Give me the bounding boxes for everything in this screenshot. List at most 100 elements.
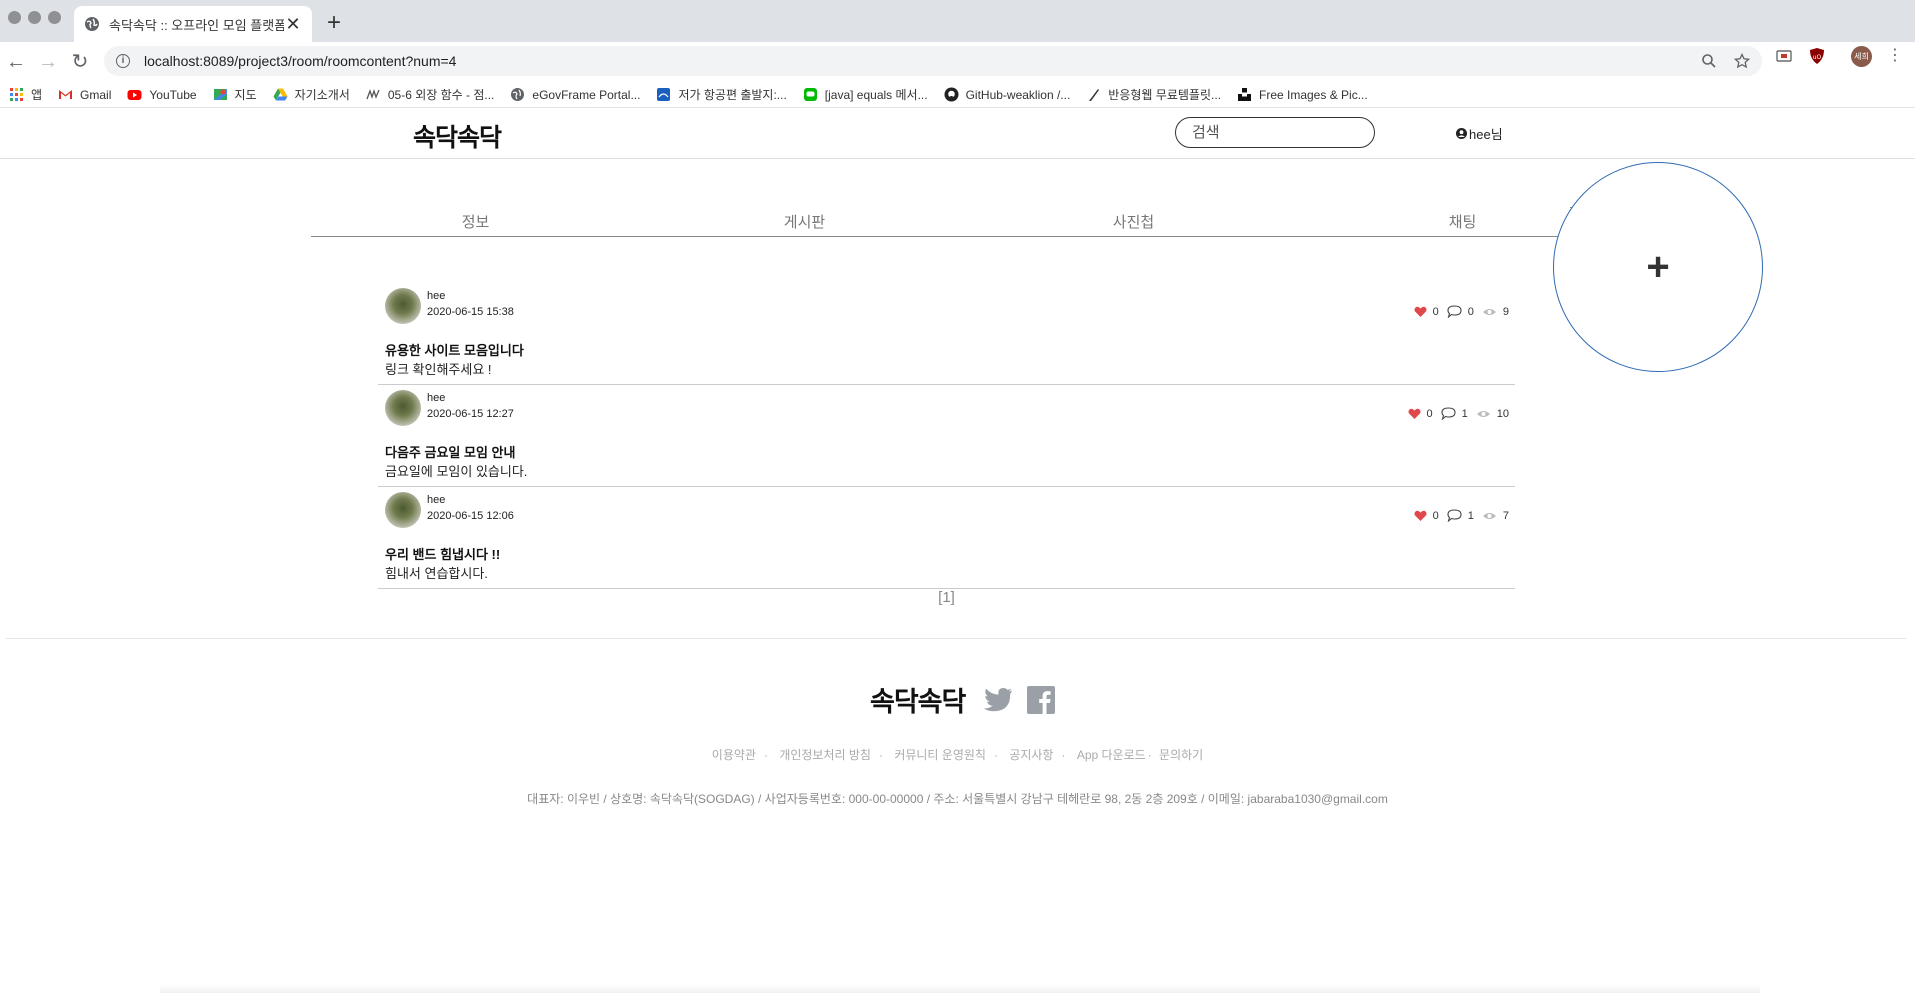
twitter-icon[interactable] <box>983 687 1013 713</box>
bookmark-label: 반응형웹 무료템플릿... <box>1108 88 1221 102</box>
search-input[interactable] <box>1192 124 1391 141</box>
bookmark-drive[interactable]: 자기소개서 <box>273 86 350 103</box>
footer-links: 이용약관 · 개인정보처리 방침 · 커뮤니티 운영원칙 · 공지사항 · App 다운… <box>0 746 1915 763</box>
new-tab-button[interactable]: + <box>322 9 346 37</box>
browser-tab-bar: 속닥속닥 :: 오프라인 모임 플랫폼 ✕ + <box>0 0 1915 42</box>
bookmark-java-equals[interactable]: [java] equals 메서... <box>803 86 928 103</box>
bookmark-wikidocs[interactable]: 05-6 외장 함수 - 점... <box>366 86 494 103</box>
forward-button[interactable]: → <box>38 52 58 72</box>
browser-menu-icon[interactable]: ⋮ <box>1887 46 1903 66</box>
gmail-icon <box>59 90 73 99</box>
add-post-button[interactable]: + <box>1553 162 1763 372</box>
author-avatar <box>385 390 421 426</box>
post-title[interactable]: 우리 밴드 힘냅시다 !! <box>385 544 500 563</box>
footer-divider <box>6 638 1906 639</box>
post-author: hee <box>427 392 446 404</box>
bookmark-flights[interactable]: 저가 항공편 출발지:... <box>656 86 787 103</box>
post-body: 링크 확인해주세요 ! <box>385 362 492 377</box>
window-close-button[interactable] <box>8 11 21 24</box>
view-eye-icon <box>1476 410 1490 417</box>
footer-link-community[interactable]: 커뮤니티 운영원칙 <box>894 748 986 762</box>
profile-avatar[interactable]: 세희 <box>1851 46 1872 67</box>
cast-icon[interactable] <box>1775 47 1793 65</box>
like-count: 0 <box>1426 407 1433 420</box>
bookmark-label: GitHub-weaklion /... <box>965 87 1071 102</box>
like-count: 0 <box>1432 305 1439 318</box>
post-date: 2020-06-15 15:38 <box>427 306 514 318</box>
bookmark-egovframe[interactable]: eGovFrame Portal... <box>510 87 640 102</box>
separator: · <box>763 748 768 762</box>
tab-close-icon[interactable]: ✕ <box>284 14 302 35</box>
url-text: localhost:8089/project3/room/roomcontent… <box>144 53 457 69</box>
post-stats: 0 0 9 <box>1406 305 1509 318</box>
site-header: 속닥속닥 hee님 <box>0 108 1915 159</box>
pagination[interactable]: [1] <box>378 589 1515 606</box>
bookmark-label: 저가 항공편 출발지:... <box>678 88 787 102</box>
flight-icon <box>657 88 671 101</box>
footer-link-contact[interactable]: 문의하기 <box>1159 748 1203 762</box>
comment-icon <box>1441 407 1456 420</box>
bookmark-github[interactable]: GitHub-weaklion /... <box>944 87 1071 102</box>
post-date: 2020-06-15 12:27 <box>427 408 514 420</box>
reload-button[interactable]: ↻ <box>70 52 90 72</box>
browser-tab[interactable]: 속닥속닥 :: 오프라인 모임 플랫폼 ✕ <box>74 6 312 42</box>
zoom-icon[interactable] <box>1701 46 1717 76</box>
comment-count: 1 <box>1461 407 1468 420</box>
view-count: 7 <box>1502 509 1509 522</box>
bookmark-template[interactable]: 반응형웹 무료템플릿... <box>1086 86 1221 103</box>
bookmark-star-icon[interactable] <box>1734 46 1750 76</box>
view-count: 10 <box>1496 407 1509 420</box>
author-avatar <box>385 288 421 324</box>
wikidocs-icon <box>366 88 380 100</box>
user-name: hee님 <box>1469 127 1503 142</box>
footer-link-notice[interactable]: 공지사항 <box>1009 748 1053 762</box>
window-minimize-button[interactable] <box>28 11 41 24</box>
bookmark-apps[interactable]: 앱 <box>9 86 42 103</box>
globe-icon <box>511 88 525 101</box>
like-count: 0 <box>1432 509 1439 522</box>
heart-icon[interactable] <box>1407 408 1421 420</box>
tab-photos[interactable]: 사진첩 <box>969 205 1298 236</box>
search-box[interactable] <box>1175 117 1391 148</box>
bookmarks-bar: 앱 Gmail YouTube 지도 자기소개서 05-6 외장 함수 - 점.… <box>0 82 1915 108</box>
post-item[interactable]: hee 2020-06-15 15:38 0 0 9 유용한 사이트 모음입니다… <box>378 283 1515 385</box>
post-item[interactable]: hee 2020-06-15 12:27 0 1 10 다음주 금요일 모임 안… <box>378 385 1515 487</box>
bookmark-gmail[interactable]: Gmail <box>58 87 111 102</box>
bookmark-label: Gmail <box>80 87 112 102</box>
site-logo[interactable]: 속닥속닥 <box>413 118 502 154</box>
post-item[interactable]: hee 2020-06-15 12:06 0 1 7 우리 밴드 힘냅시다 !!… <box>378 487 1515 589</box>
separator: · <box>1061 748 1066 762</box>
facebook-icon[interactable] <box>1027 685 1056 714</box>
heart-icon[interactable] <box>1414 510 1427 522</box>
site-info-icon[interactable]: i <box>116 54 130 68</box>
heart-icon[interactable] <box>1414 306 1427 318</box>
plus-icon: + <box>1646 245 1670 289</box>
bookmark-label: 자기소개서 <box>294 88 350 102</box>
comment-count: 0 <box>1467 305 1474 318</box>
footer-logo[interactable]: 속닥속닥 <box>870 680 966 719</box>
github-icon <box>944 87 959 102</box>
author-avatar <box>385 492 421 528</box>
footer-link-app[interactable]: App 다운로드 <box>1077 748 1146 762</box>
apps-grid-icon <box>10 88 23 101</box>
back-button[interactable]: ← <box>6 52 26 72</box>
tab-info[interactable]: 정보 <box>311 205 640 236</box>
footer-link-privacy[interactable]: 개인정보처리 방침 <box>779 748 871 762</box>
footer-link-terms[interactable]: 이용약관 <box>712 748 756 762</box>
bookmark-maps[interactable]: 지도 <box>213 86 257 103</box>
bottom-shadow <box>160 985 1760 993</box>
globe-icon <box>85 17 99 31</box>
ublock-icon[interactable]: uO <box>1808 47 1826 65</box>
window-zoom-button[interactable] <box>48 11 61 24</box>
address-bar[interactable]: i localhost:8089/project3/room/roomconte… <box>104 46 1762 76</box>
bookmark-unsplash[interactable]: Free Images & Pic... <box>1237 87 1368 102</box>
post-title[interactable]: 유용한 사이트 모음입니다 <box>385 340 524 359</box>
user-menu[interactable]: hee님 <box>1456 124 1503 143</box>
view-eye-icon <box>1482 512 1496 519</box>
tab-board[interactable]: 게시판 <box>640 205 969 236</box>
bookmark-youtube[interactable]: YouTube <box>127 87 197 102</box>
post-stats: 0 1 7 <box>1406 509 1509 522</box>
svg-text:uO: uO <box>1813 54 1822 61</box>
tab-title: 속닥속닥 :: 오프라인 모임 플랫폼 <box>109 17 284 33</box>
post-title[interactable]: 다음주 금요일 모임 안내 <box>385 442 515 461</box>
